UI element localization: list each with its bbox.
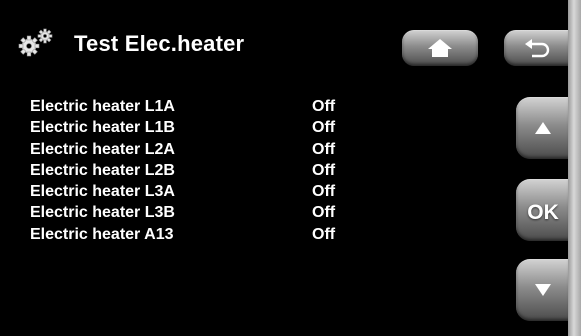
back-button[interactable] — [504, 30, 570, 66]
item-value: Off — [312, 225, 336, 243]
home-button[interactable] — [402, 30, 478, 66]
item-name: Electric heater L1A — [30, 98, 175, 115]
down-arrow-icon — [535, 284, 551, 296]
device-frame-edge — [568, 0, 581, 336]
item-value: Off — [312, 204, 336, 222]
ok-button[interactable]: OK — [516, 179, 570, 241]
list-item[interactable]: Electric heater L3A Off — [30, 181, 430, 202]
item-name: Electric heater L3B — [30, 204, 175, 222]
item-name: Electric heater L2A — [30, 140, 175, 158]
gears-icon — [18, 28, 53, 57]
item-value: Off — [312, 140, 336, 158]
list-item[interactable]: Electric heater L1B Off — [30, 117, 430, 138]
item-name: Electric heater L1B — [30, 119, 175, 137]
list-item[interactable]: Electric heater A13 Off — [30, 224, 430, 245]
scroll-up-button[interactable] — [516, 97, 570, 159]
item-name: Electric heater L3A — [30, 183, 175, 201]
item-value: Off — [312, 119, 336, 137]
list-item[interactable]: Electric heater L2A Off — [30, 139, 430, 160]
back-arrow-icon — [525, 39, 550, 58]
item-value: Off — [312, 161, 336, 179]
list-item[interactable]: Electric heater L3B Off — [30, 202, 430, 223]
home-icon — [428, 39, 452, 57]
item-name: Electric heater L2B — [30, 161, 175, 179]
list-item[interactable]: Electric heater L1A Off — [30, 96, 430, 117]
item-value: Off — [312, 98, 336, 115]
list-item[interactable]: Electric heater L2B Off — [30, 160, 430, 181]
page-title: Test Elec.heater — [74, 31, 245, 56]
heater-list: Electric heater L1A Off Electric heater … — [30, 96, 430, 245]
up-arrow-icon — [535, 122, 551, 134]
screen: Test Elec.heater Electric heater L1A Off… — [0, 0, 570, 336]
ok-label: OK — [527, 201, 559, 224]
scroll-down-button[interactable] — [516, 259, 570, 321]
item-name: Electric heater A13 — [30, 225, 174, 243]
item-value: Off — [312, 183, 336, 201]
title-bar: Test Elec.heater — [0, 0, 570, 80]
